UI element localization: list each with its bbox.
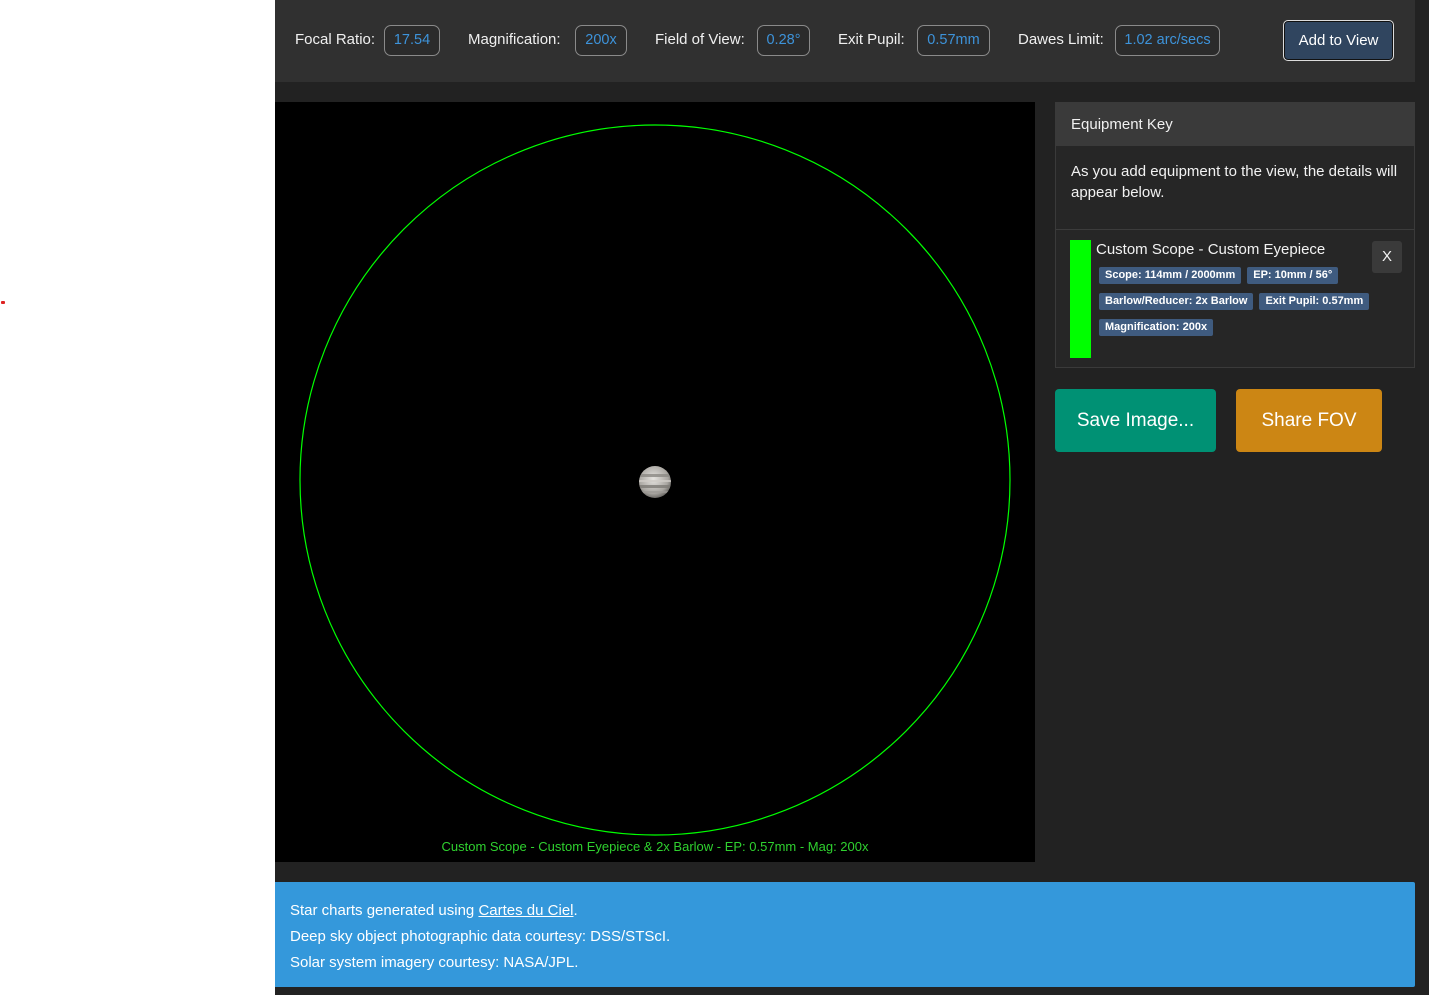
save-image-button[interactable]: Save Image... xyxy=(1055,389,1216,452)
credits-line-dss: Deep sky object photographic data courte… xyxy=(290,928,671,945)
magnification-label: Magnification: xyxy=(468,31,561,48)
fov-canvas xyxy=(299,124,1011,836)
credits-line-nasa: Solar system imagery courtesy: NASA/JPL. xyxy=(290,954,579,971)
exit-pupil-label: Exit Pupil: xyxy=(838,31,905,48)
equipment-badges: Scope: 114mm / 2000mm EP: 10mm / 56° Barlo… xyxy=(1099,265,1379,343)
magnification-badge: Magnification: 200x xyxy=(1099,319,1214,336)
cartes-du-ciel-link[interactable]: Cartes du Ciel xyxy=(478,902,573,919)
fov-panel: Focal Ratio: 17.54 Magnification: 200x F… xyxy=(275,0,1429,995)
focal-ratio-label: Focal Ratio: xyxy=(295,31,376,48)
equipment-key-card: Equipment Key As you add equipment to th… xyxy=(1055,102,1415,368)
add-to-view-button[interactable]: Add to View xyxy=(1283,20,1394,61)
equipment-item: Custom Scope - Custom Eyepiece Scope: 11… xyxy=(1070,240,1402,358)
focal-ratio-value: 17.54 xyxy=(384,25,440,56)
credits-suffix: . xyxy=(573,902,578,919)
fov-caption: Custom Scope - Custom Eyepiece & 2x Barl… xyxy=(441,839,869,854)
remove-equipment-button[interactable]: X xyxy=(1372,241,1402,273)
dawes-limit-label: Dawes Limit: xyxy=(1018,31,1104,48)
equipment-key-intro: As you add equipment to the view, the de… xyxy=(1056,146,1414,230)
red-marker xyxy=(1,301,5,304)
fov-view: Custom Scope - Custom Eyepiece & 2x Barl… xyxy=(275,102,1035,862)
field-of-view-value: 0.28° xyxy=(757,25,810,56)
share-fov-button[interactable]: Share FOV xyxy=(1236,389,1382,452)
exit-pupil-badge: Exit Pupil: 0.57mm xyxy=(1259,293,1370,310)
scope-badge: Scope: 114mm / 2000mm xyxy=(1099,267,1242,284)
stats-bar: Focal Ratio: 17.54 Magnification: 200x F… xyxy=(275,0,1415,82)
dawes-limit-value: 1.02 arc/secs xyxy=(1115,25,1220,56)
equipment-key-header: Equipment Key xyxy=(1056,103,1414,146)
barlow-badge: Barlow/Reducer: 2x Barlow xyxy=(1099,293,1254,310)
credits-prefix: Star charts generated using xyxy=(290,902,479,919)
field-of-view-label: Field of View: xyxy=(655,31,745,48)
equipment-color-swatch xyxy=(1070,240,1091,358)
magnification-value: 200x xyxy=(575,25,627,56)
jupiter-icon xyxy=(639,466,671,498)
equipment-item-title: Custom Scope - Custom Eyepiece xyxy=(1096,241,1326,258)
credits-line-star-charts: Star charts generated using Cartes du Ci… xyxy=(290,898,1400,924)
credits-box: Star charts generated using Cartes du Ci… xyxy=(275,882,1415,987)
exit-pupil-value: 0.57mm xyxy=(917,25,990,56)
left-blank-area xyxy=(0,0,275,995)
eyepiece-badge: EP: 10mm / 56° xyxy=(1247,267,1339,284)
